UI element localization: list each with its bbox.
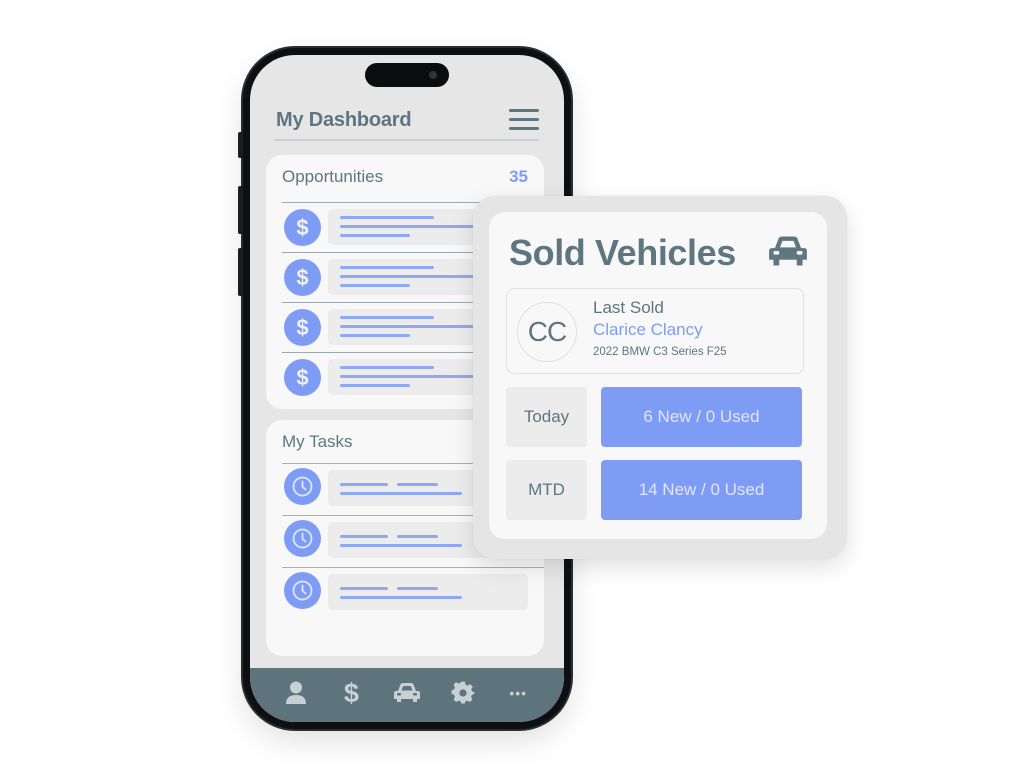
- tab-vehicles[interactable]: [392, 678, 422, 708]
- car-icon: [769, 236, 807, 266]
- placeholder-line: [340, 535, 388, 538]
- stat-value-mtd[interactable]: 14 New / 0 Used: [601, 460, 802, 520]
- dashboard-header: My Dashboard: [275, 109, 539, 141]
- placeholder-line: [340, 275, 480, 278]
- camera-icon: [429, 71, 437, 79]
- phone-volume-down-button: [238, 248, 243, 296]
- phone-mute-switch: [238, 132, 243, 158]
- placeholder-line: [340, 316, 434, 319]
- placeholder-line: [340, 266, 434, 269]
- placeholder-line: [340, 544, 462, 547]
- placeholder-line: [397, 483, 438, 486]
- placeholder-line: [340, 366, 434, 369]
- dollar-icon: $: [284, 259, 321, 296]
- tab-profile[interactable]: [281, 678, 311, 708]
- placeholder-line: [340, 216, 434, 219]
- placeholder-line: [397, 587, 438, 590]
- more-dots-icon: •••: [509, 685, 528, 701]
- task-list-item[interactable]: [282, 567, 544, 617]
- phone-volume-up-button: [238, 186, 243, 234]
- placeholder-line: [340, 225, 480, 228]
- sold-vehicles-card: Sold Vehicles CC Last Sold Clarice Clanc…: [489, 212, 827, 539]
- placeholder-line: [340, 334, 410, 337]
- placeholder-line: [340, 483, 388, 486]
- bottom-tab-bar: $ •••: [250, 668, 564, 722]
- clock-icon: [284, 572, 321, 609]
- tab-settings[interactable]: [448, 678, 478, 708]
- placeholder-line: [340, 587, 388, 590]
- customer-name-link[interactable]: Clarice Clancy: [593, 320, 703, 340]
- person-icon: [285, 681, 306, 704]
- placeholder-line: [340, 596, 462, 599]
- sold-vehicles-widget: Sold Vehicles CC Last Sold Clarice Clanc…: [473, 196, 847, 559]
- opportunities-count: 35: [509, 167, 528, 186]
- dynamic-island: [365, 63, 449, 87]
- gear-icon: [451, 681, 474, 704]
- task-placeholder: [328, 574, 528, 610]
- placeholder-line: [340, 325, 480, 328]
- opportunities-title: Opportunities: [282, 167, 384, 186]
- placeholder-line: [340, 284, 410, 287]
- clock-icon: [284, 520, 321, 557]
- page-title: My Dashboard: [276, 109, 412, 131]
- dollar-icon: $: [284, 309, 321, 346]
- vehicle-description: 2022 BMW C3 Series F25: [593, 346, 727, 358]
- dollar-icon: $: [343, 677, 359, 708]
- last-sold-label: Last Sold: [593, 298, 664, 317]
- placeholder-line: [340, 375, 480, 378]
- tasks-title: My Tasks: [282, 432, 353, 451]
- dollar-icon: $: [284, 359, 321, 396]
- last-sold-card[interactable]: CC Last Sold Clarice Clancy 2022 BMW C3 …: [506, 288, 804, 374]
- stat-value-today[interactable]: 6 New / 0 Used: [601, 387, 802, 447]
- sold-vehicles-title: Sold Vehicles: [509, 232, 736, 273]
- customer-avatar: CC: [517, 302, 577, 362]
- tab-opportunities[interactable]: $: [336, 678, 366, 708]
- stat-label-mtd: MTD: [506, 460, 587, 520]
- hamburger-menu-icon[interactable]: [509, 109, 539, 131]
- clock-icon: [284, 468, 321, 505]
- tab-more[interactable]: •••: [503, 678, 533, 708]
- dollar-icon: $: [284, 209, 321, 246]
- placeholder-line: [397, 535, 438, 538]
- placeholder-line: [340, 384, 410, 387]
- placeholder-line: [340, 492, 462, 495]
- car-icon: [393, 683, 420, 702]
- stat-label-today: Today: [506, 387, 587, 447]
- placeholder-line: [340, 234, 410, 237]
